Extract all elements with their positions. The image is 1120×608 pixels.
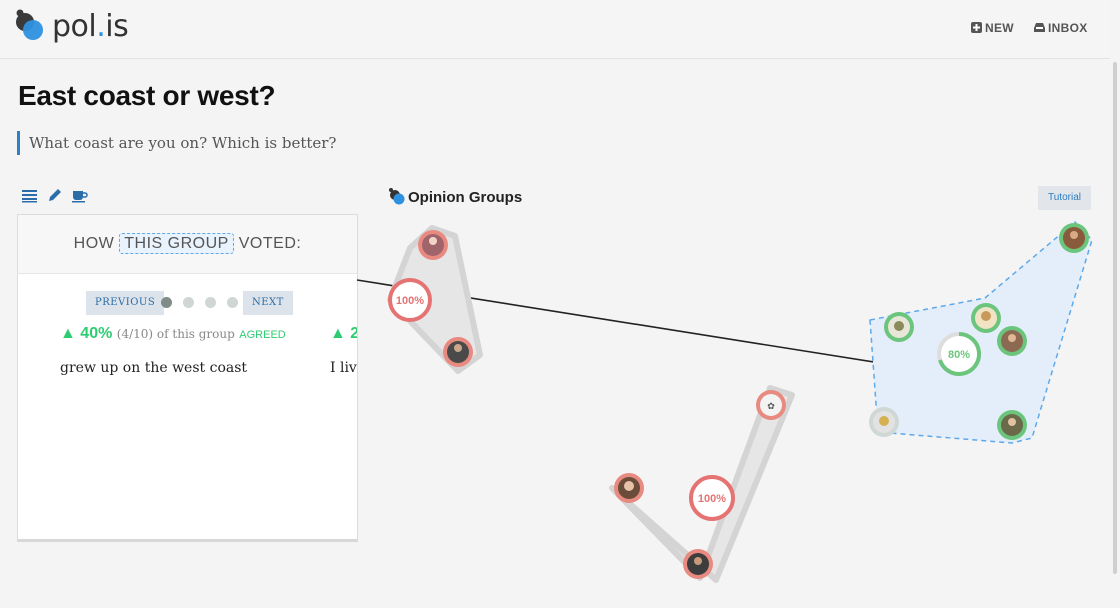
group-b-avatar-3[interactable] — [683, 549, 713, 579]
group-c-avatar-5[interactable] — [869, 407, 899, 437]
svg-text:✿: ✿ — [767, 402, 775, 412]
group-b-percent: 100% — [698, 493, 726, 505]
group-a-percent: 100% — [396, 295, 424, 307]
page-scrollbar[interactable] — [1113, 62, 1117, 574]
group-a-avatar-2[interactable] — [443, 337, 473, 367]
group-b-avatar-1[interactable]: ✿ — [756, 390, 786, 420]
group-a-avatar-1[interactable] — [418, 230, 448, 260]
group-c-avatar-6[interactable] — [997, 410, 1027, 440]
group-c-avatar-2[interactable] — [971, 303, 1001, 333]
group-c-avatar-3[interactable] — [997, 326, 1027, 356]
opinion-groups-map: 100% ✿ 100% 80% — [356, 221, 1093, 583]
group-c-avatar-4[interactable] — [884, 312, 914, 342]
group-b-avatar-2[interactable] — [614, 473, 644, 503]
group-c-percent: 80% — [948, 349, 970, 361]
group-c-avatar-1[interactable] — [1059, 223, 1089, 253]
